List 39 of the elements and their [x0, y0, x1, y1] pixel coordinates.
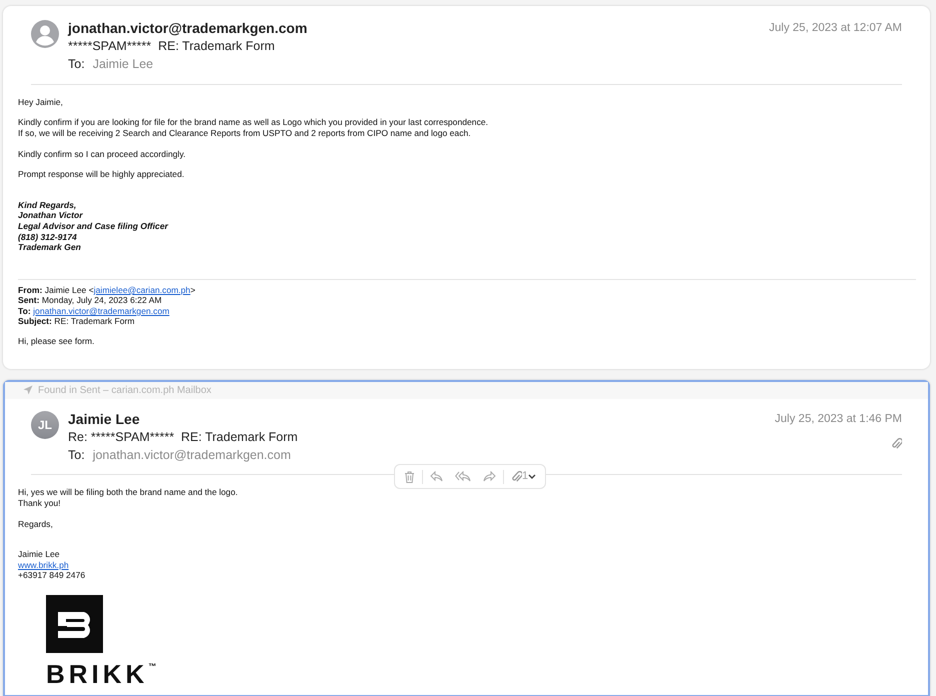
mailbox-label: Found in Sent – carian.com.ph Mailbox [38, 384, 212, 398]
forward-icon [483, 471, 496, 482]
avatar-icon [31, 20, 59, 48]
header-line: Subject: RE: Trademark Form [18, 316, 136, 328]
header-line: Sent: Monday, July 24, 2023 6:22 AM [18, 295, 163, 306]
paperclip-icon [511, 470, 522, 484]
send-icon [23, 385, 33, 396]
paragraph: Hey Jaimie, [18, 96, 64, 108]
signature: Kind Regards, Jonathan Victor Legal Advisor and Case filing Officer (818) 312-9174 Trademark Gen [18, 200, 170, 253]
paragraph: Regards, [18, 518, 54, 530]
subject: Re: *****SPAM***** RE: Trademark Form [68, 428, 299, 446]
reply-icon [430, 471, 443, 482]
logo-icon [46, 594, 103, 653]
paragraph: Prompt response will be highly appreciated. [18, 169, 186, 180]
contact-name: Jaimie Lee [18, 549, 60, 560]
paragraph: Hi, please see form. [18, 336, 96, 347]
date: July 25, 2023 at 12:07 AM [769, 21, 902, 36]
recipient: Jaimie Lee [92, 56, 154, 73]
subject: *****SPAM***** RE: Trademark Form [68, 38, 276, 55]
paragraph: Hi, yes we will be filing both the brand name and the logo. Thank you! [18, 487, 239, 509]
date: July 25, 2023 at 1:46 PM [774, 412, 902, 427]
sender-name: jonathan.victor@trademarkgen.com [68, 20, 308, 37]
chevron-icon [528, 474, 536, 480]
email-link[interactable]: jaimielee@carian.com.ph [94, 284, 190, 295]
recipient: jonathan.victor@trademarkgen.com [92, 446, 291, 464]
paragraph: Kindly confirm so I can proceed accordingly. [18, 148, 186, 160]
phone-number: +63917 849 2476 [18, 570, 86, 580]
to-label: To: [68, 446, 85, 464]
avatar: JL [31, 410, 59, 439]
header-line: To: jonathan.victor@trademarkgen.com [18, 306, 170, 316]
to-label: To: [68, 56, 85, 73]
logo-wordmark: BRIKK™ [46, 662, 156, 685]
trash-icon [404, 470, 415, 483]
header-line: From: Jaimie Lee <jaimielee@carian.com.ph> [18, 284, 196, 296]
email-link[interactable]: jonathan.victor@trademarkgen.com [33, 306, 170, 316]
paragraph: Kindly confirm if you are looking for file for the brand name as well as Logo which you provided in your last correspondence. If so, we will be receiving 2 Search and Clearance Reports from USPTO and 2 reports from CIPO name and logo each. [18, 117, 490, 139]
sender-name: Jaimie Lee [68, 410, 141, 428]
website-link[interactable]: www.brikk.ph [18, 560, 69, 570]
reply-all-icon [455, 471, 471, 482]
